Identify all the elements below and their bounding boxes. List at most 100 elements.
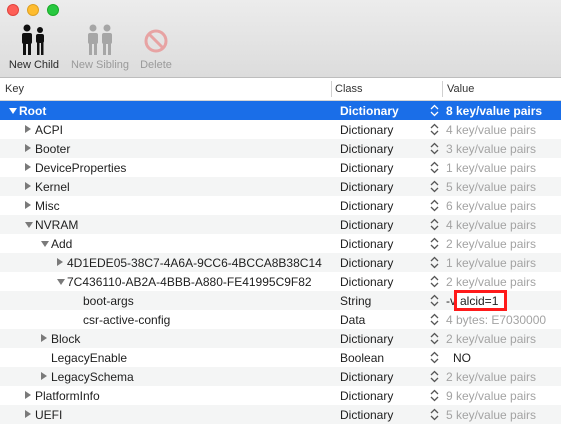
row-class: Dictionary bbox=[340, 389, 394, 403]
row-key: 7C436110-AB2A-4BBB-A880-FE41995C9F82 bbox=[67, 275, 312, 289]
disclosure-triangle-icon[interactable] bbox=[25, 201, 31, 209]
row-value: 4 key/value pairs bbox=[446, 123, 537, 137]
row-key: Booter bbox=[35, 142, 71, 156]
class-stepper-icon[interactable] bbox=[430, 313, 439, 326]
class-stepper-icon[interactable] bbox=[430, 351, 439, 364]
table-row[interactable]: Block Dictionary 2 key/value pairs bbox=[0, 329, 561, 348]
column-value[interactable]: Value bbox=[447, 83, 474, 95]
table-row[interactable]: Kernel Dictionary 5 key/value pairs bbox=[0, 177, 561, 196]
disclosure-triangle-icon[interactable] bbox=[25, 182, 31, 190]
table-row[interactable]: LegacyEnable Boolean NO bbox=[0, 348, 561, 367]
row-value: 5 key/value pairs bbox=[446, 408, 537, 422]
class-stepper-icon[interactable] bbox=[430, 389, 439, 402]
class-stepper-icon[interactable] bbox=[430, 408, 439, 421]
class-stepper-icon[interactable] bbox=[430, 161, 439, 174]
disclosure-triangle-icon[interactable] bbox=[25, 144, 31, 152]
table-row[interactable]: Booter Dictionary 3 key/value pairs bbox=[0, 139, 561, 158]
new-child-label: New Child bbox=[8, 59, 60, 71]
class-stepper-icon[interactable] bbox=[430, 142, 439, 155]
new-child-button[interactable]: New Child bbox=[4, 24, 64, 71]
row-key: LegacySchema bbox=[51, 370, 134, 384]
column-key[interactable]: Key bbox=[5, 83, 24, 95]
class-stepper-icon[interactable] bbox=[430, 256, 439, 269]
zoom-button[interactable] bbox=[47, 4, 59, 16]
row-value: 5 key/value pairs bbox=[446, 180, 537, 194]
class-stepper-icon[interactable] bbox=[430, 294, 439, 307]
disclosure-triangle-icon[interactable] bbox=[9, 108, 17, 114]
row-value[interactable]: NO bbox=[453, 351, 471, 365]
disclosure-triangle-icon[interactable] bbox=[25, 163, 31, 171]
disclosure-triangle-icon[interactable] bbox=[25, 222, 33, 228]
table-row[interactable]: 4D1EDE05-38C7-4A6A-9CC6-4BCCA8B38C14 Dic… bbox=[0, 253, 561, 272]
row-class: Dictionary bbox=[340, 161, 394, 175]
class-stepper-icon[interactable] bbox=[430, 237, 439, 250]
disclosure-triangle-icon[interactable] bbox=[57, 258, 63, 266]
delete-button[interactable]: Delete bbox=[134, 24, 178, 71]
column-header: Key Class Value bbox=[0, 78, 561, 101]
highlight-annotation: alcid=1 bbox=[454, 290, 507, 311]
disclosure-triangle-icon[interactable] bbox=[41, 241, 49, 247]
row-key: boot-args bbox=[83, 294, 134, 308]
row-key: DeviceProperties bbox=[35, 161, 127, 175]
table-row[interactable]: UEFI Dictionary 5 key/value pairs bbox=[0, 405, 561, 424]
row-key: ACPI bbox=[35, 123, 64, 137]
row-class: Dictionary bbox=[340, 275, 394, 289]
class-stepper-icon[interactable] bbox=[430, 180, 439, 193]
new-child-icon bbox=[22, 24, 44, 55]
row-class: Boolean bbox=[340, 351, 385, 365]
table-row[interactable]: csr-active-config Data 4 bytes: E7030000 bbox=[0, 310, 561, 329]
toolbar: New Child New Sibling Delete bbox=[0, 0, 561, 78]
table-row[interactable]: LegacySchema Dictionary 2 key/value pair… bbox=[0, 367, 561, 386]
table-row[interactable]: PlatformInfo Dictionary 9 key/value pair… bbox=[0, 386, 561, 405]
table-row[interactable]: NVRAM Dictionary 4 key/value pairs bbox=[0, 215, 561, 234]
disclosure-triangle-icon[interactable] bbox=[25, 391, 31, 399]
row-key: NVRAM bbox=[35, 218, 79, 232]
disclosure-triangle-icon[interactable] bbox=[57, 279, 65, 285]
row-key: UEFI bbox=[35, 408, 63, 422]
row-class: Dictionary bbox=[340, 218, 394, 232]
row-class: Dictionary bbox=[340, 332, 394, 346]
row-class: String bbox=[340, 294, 372, 308]
column-divider[interactable] bbox=[331, 81, 332, 97]
row-class: Dictionary bbox=[340, 199, 394, 213]
row-key: Kernel bbox=[35, 180, 70, 194]
class-stepper-icon[interactable] bbox=[430, 218, 439, 231]
disclosure-triangle-icon[interactable] bbox=[25, 410, 31, 418]
class-stepper-icon[interactable] bbox=[430, 123, 439, 136]
row-value: 1 key/value pairs bbox=[446, 161, 537, 175]
row-key: csr-active-config bbox=[83, 313, 171, 327]
table-row[interactable]: Misc Dictionary 6 key/value pairs bbox=[0, 196, 561, 215]
class-stepper-icon[interactable] bbox=[430, 275, 439, 288]
disclosure-triangle-icon[interactable] bbox=[41, 372, 47, 380]
class-stepper-icon[interactable] bbox=[430, 199, 439, 212]
column-class[interactable]: Class bbox=[335, 83, 363, 95]
row-key: Misc bbox=[35, 199, 60, 213]
disclosure-triangle-icon[interactable] bbox=[25, 125, 31, 133]
table-row[interactable]: 7C436110-AB2A-4BBB-A880-FE41995C9F82 Dic… bbox=[0, 272, 561, 291]
new-sibling-button[interactable]: New Sibling bbox=[66, 24, 134, 71]
disclosure-triangle-icon[interactable] bbox=[41, 334, 47, 342]
row-class: Dictionary bbox=[340, 237, 394, 251]
class-stepper-icon[interactable] bbox=[430, 332, 439, 345]
highlight-text: alcid=1 bbox=[460, 294, 499, 308]
row-value: 1 key/value pairs bbox=[446, 256, 537, 270]
table-row[interactable]: Add Dictionary 2 key/value pairs bbox=[0, 234, 561, 253]
row-value: 6 key/value pairs bbox=[446, 199, 537, 213]
close-button[interactable] bbox=[7, 4, 19, 16]
table-row[interactable]: Root Dictionary 8 key/value pairs bbox=[0, 101, 561, 120]
row-value: 2 key/value pairs bbox=[446, 332, 537, 346]
row-value: 2 key/value pairs bbox=[446, 275, 537, 289]
delete-icon bbox=[144, 29, 168, 53]
minimize-button[interactable] bbox=[27, 4, 39, 16]
table-row[interactable]: ACPI Dictionary 4 key/value pairs bbox=[0, 120, 561, 139]
plist-outline: Root Dictionary 8 key/value pairs ACPI D… bbox=[0, 101, 561, 424]
table-row[interactable]: DeviceProperties Dictionary 1 key/value … bbox=[0, 158, 561, 177]
column-divider[interactable] bbox=[442, 81, 443, 97]
row-value: 4 bytes: E7030000 bbox=[446, 313, 547, 327]
class-stepper-icon[interactable] bbox=[430, 370, 439, 383]
class-stepper-icon[interactable] bbox=[430, 104, 439, 117]
row-class: Dictionary bbox=[340, 142, 394, 156]
row-value: 9 key/value pairs bbox=[446, 389, 537, 403]
row-key: PlatformInfo bbox=[35, 389, 100, 403]
row-value: 2 key/value pairs bbox=[446, 370, 537, 384]
